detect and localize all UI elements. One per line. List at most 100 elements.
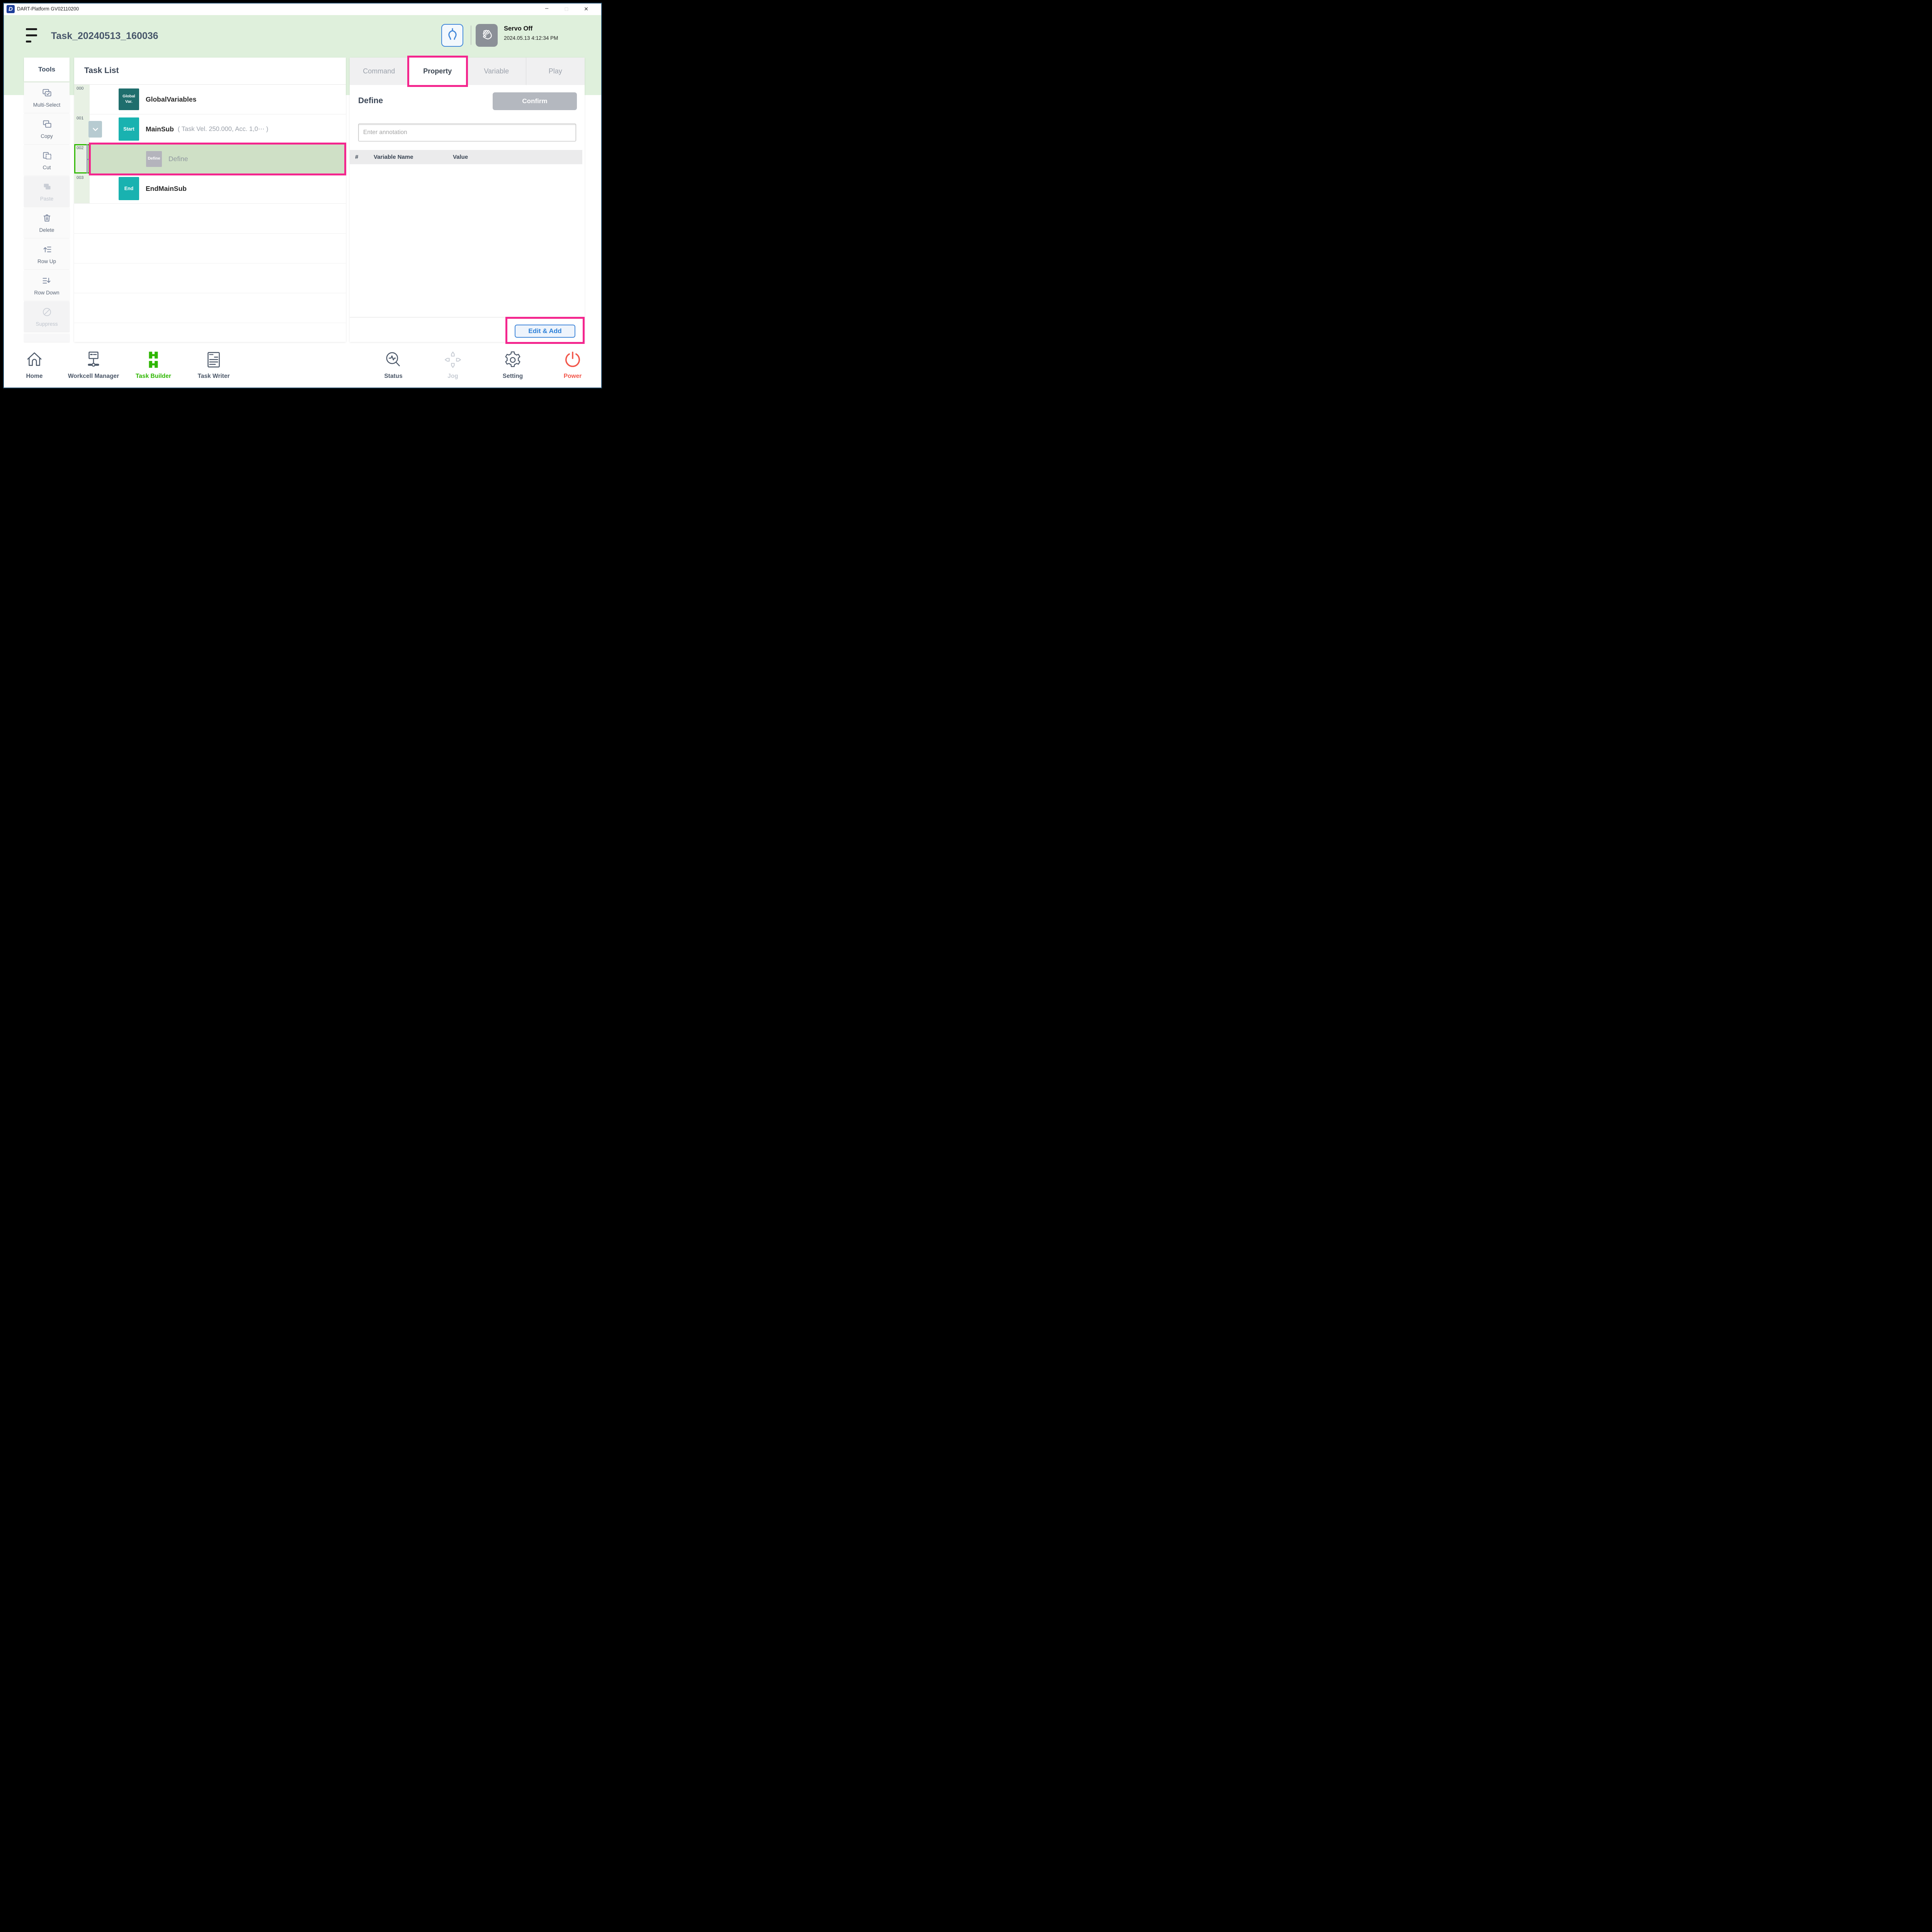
tool-button[interactable]: Delete [24, 207, 70, 238]
gripper-button[interactable] [441, 24, 463, 47]
row-number: 000 [74, 85, 90, 114]
nav-item[interactable]: Workcell Manager [61, 347, 126, 380]
home-icon [2, 347, 67, 369]
row-content: Start MainSub ( Task Vel. 250.000, Acc. … [90, 114, 346, 144]
tool-label: Cut [43, 165, 51, 170]
panel-tab[interactable]: Command [350, 58, 408, 85]
nav-item[interactable]: Jog [420, 347, 486, 380]
task-row[interactable]: 001 Start MainSub ( Task Vel. 250.000, A… [74, 114, 346, 144]
row-content: Define Define [90, 144, 346, 173]
row-content: End EndMainSub [90, 174, 346, 203]
hand-icon [479, 27, 495, 44]
variable-table-header: # Variable Name Value [350, 150, 582, 164]
nav-label: Status [361, 373, 426, 380]
nav-item[interactable]: Status [361, 347, 426, 380]
nav-label: Task Writer [181, 373, 247, 380]
properties-panel: Command Property Variable Play Define Co… [350, 58, 585, 342]
panel-tab[interactable]: Play [526, 58, 585, 85]
menu-icon[interactable] [26, 28, 37, 44]
window-title: DART-Platform GV02110200 [17, 6, 79, 12]
command-badge: Global Var. [119, 88, 139, 110]
command-parameters: ( Task Vel. 250.000, Acc. 1,0⋯ ) [178, 125, 269, 133]
tab-label: Command [363, 67, 395, 75]
tools-title: Tools [24, 58, 70, 82]
column-hash: # [355, 154, 374, 160]
workcell-manager-icon [61, 347, 126, 369]
nav-item[interactable]: Task Builder [121, 347, 186, 380]
panel-tabs: Command Property Variable Play [350, 58, 585, 85]
annotation-input[interactable] [358, 124, 576, 141]
tab-label: Play [549, 67, 562, 75]
task-list-title: Task List [84, 66, 119, 75]
command-label: Define [168, 155, 188, 163]
row-number: 001 [74, 114, 90, 144]
paste-icon [42, 182, 52, 194]
panel-tab[interactable]: Property [408, 58, 467, 85]
task-row[interactable]: 000 Global Var. GlobalVariables [74, 85, 346, 114]
row-number: 003 [74, 174, 90, 203]
power-icon [540, 347, 605, 369]
minimize-button[interactable]: – [543, 5, 551, 14]
command-badge: Start [119, 117, 139, 141]
page-title: Task_20240513_160036 [51, 31, 158, 42]
nav-item[interactable]: Task Writer [181, 347, 247, 380]
property-section-title: Define [358, 96, 383, 105]
task-list-panel: Task List 000 Global Var. GlobalVariable… [74, 58, 346, 342]
tool-label: Copy [41, 133, 53, 139]
tools-panel: Tools Multi-Select Copy Cut Paste Delete [24, 58, 70, 342]
multi-select-icon [42, 88, 52, 100]
column-variable-name: Variable Name [374, 154, 453, 160]
nav-label: Home [2, 373, 67, 380]
delete-icon [42, 213, 52, 225]
nav-item[interactable]: Home [2, 347, 67, 380]
copy-icon [42, 119, 52, 131]
tool-label: Delete [39, 227, 54, 233]
servo-status: Servo Off [504, 25, 532, 32]
nav-label: Task Builder [121, 373, 186, 380]
bottom-navigation: Home Workcell Manager Task Builder Task … [4, 344, 601, 388]
nav-label: Workcell Manager [61, 373, 126, 380]
setting-icon [480, 347, 546, 369]
tool-label: Multi-Select [33, 102, 61, 108]
divider [350, 317, 585, 318]
titlebar: D DART-Platform GV02110200 – □ ✕ [4, 3, 601, 15]
edit-add-button[interactable]: Edit & Add [515, 325, 575, 338]
gripper-icon [444, 26, 461, 44]
suppress-icon [42, 307, 52, 319]
confirm-button[interactable]: Confirm [493, 92, 577, 110]
tool-label: Row Up [37, 259, 56, 264]
status-timestamp: 2024.05.13 4:12:34 PM [504, 35, 558, 41]
tool-button[interactable]: Multi-Select [24, 82, 70, 113]
tools-list-clipped-item [24, 333, 70, 342]
tool-button[interactable]: Copy [24, 114, 70, 144]
panel-tab[interactable]: Variable [467, 58, 526, 85]
maximize-button[interactable]: □ [562, 5, 571, 14]
tool-button[interactable]: Suppress [24, 301, 70, 332]
task-row[interactable]: 003 End EndMainSub [74, 174, 346, 204]
hand-guide-button[interactable] [476, 24, 498, 47]
tool-button[interactable]: Row Down [24, 270, 70, 301]
command-badge: Define [146, 151, 162, 167]
close-button[interactable]: ✕ [582, 5, 590, 14]
column-value: Value [453, 154, 468, 160]
task-builder-icon [121, 347, 186, 369]
command-badge: End [119, 177, 139, 200]
task-writer-icon [181, 347, 247, 369]
tool-label: Suppress [36, 321, 58, 327]
jog-icon [420, 347, 486, 369]
empty-row-separator [74, 263, 346, 264]
nav-item[interactable]: Power [540, 347, 605, 380]
empty-row-separator [74, 233, 346, 234]
tool-button[interactable]: Paste [24, 176, 70, 207]
tool-button[interactable]: Row Up [24, 239, 70, 269]
command-label: EndMainSub [146, 185, 187, 193]
task-row[interactable]: 002 Define Define [74, 144, 346, 174]
task-rows: 000 Global Var. GlobalVariables 001 [74, 85, 346, 204]
tool-button[interactable]: Cut [24, 145, 70, 175]
tab-label: Property [423, 67, 452, 75]
tool-label: Row Down [34, 290, 59, 296]
command-label: MainSub [146, 125, 174, 133]
cut-icon [42, 150, 52, 163]
nav-item[interactable]: Setting [480, 347, 546, 380]
tab-label: Variable [484, 67, 509, 75]
